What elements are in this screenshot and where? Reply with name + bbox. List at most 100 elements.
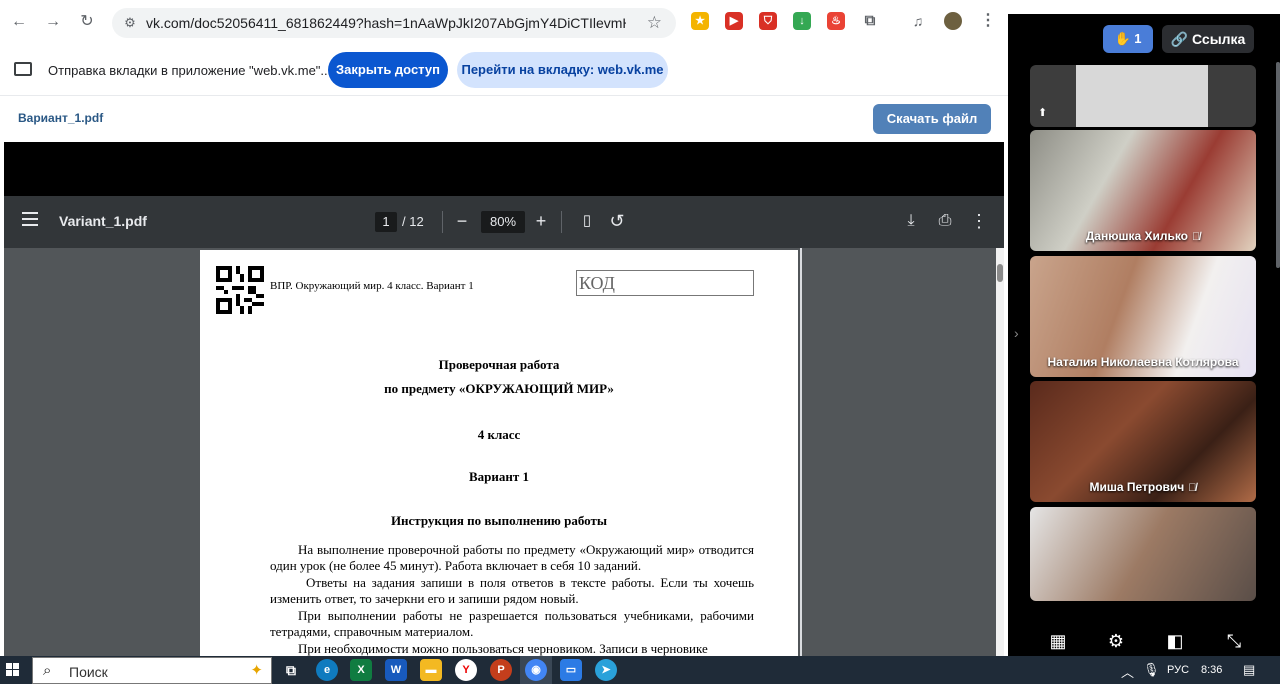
vk-document-header: Вариант_1.pdf Скачать файл <box>0 96 1008 142</box>
paragraph: На выполнение проверочной работы по пред… <box>270 542 754 573</box>
participant-name: Миша Петрович <box>1089 480 1185 494</box>
settings-gear-icon[interactable]: ⚙ <box>1105 630 1127 652</box>
participant-tile[interactable]: Данюшка Хилько 🎙̸ <box>1030 130 1256 251</box>
page-heading: Проверочная работа <box>438 357 560 372</box>
address-bar-row: ← → ↻ ⚙ vk.com/doc52056411_681862449?has… <box>0 0 1008 44</box>
page-number-input[interactable]: 1 <box>375 212 397 232</box>
raised-hands-button[interactable]: ✋ 1 <box>1103 25 1153 53</box>
extensions-puzzle-icon[interactable]: ⧉ <box>861 12 879 30</box>
address-bar[interactable]: ⚙ vk.com/doc52056411_681862449?hash=1nAa… <box>112 8 676 38</box>
stop-sharing-button[interactable]: Закрыть доступ <box>328 52 448 88</box>
sharing-message: Отправка вкладки в приложение "web.vk.me… <box>48 63 332 78</box>
link-icon: 🔗 <box>1170 31 1189 47</box>
shared-screen-preview <box>1076 65 1208 127</box>
windows-taskbar: ⌕ Поиск ✦ ⧉ e X W ▬ Y P ◉ ▭ ➤ ︿ 🎙 РУС 8:… <box>0 656 1280 684</box>
pdf-canvas[interactable]: ВПР. Окружающий мир. 4 класс. Вариант 1 … <box>4 248 1004 656</box>
screen-share-tile[interactable]: ⬆ <box>1030 65 1256 127</box>
download-icon[interactable]: ⤓ <box>899 209 923 233</box>
site-settings-icon[interactable]: ⚙ <box>122 15 138 31</box>
page-subject: по предмету «ОКРУЖАЮЩИЙ МИР» <box>384 381 614 396</box>
chrome-icon[interactable]: ◉ <box>525 659 547 681</box>
yandex-browser-icon[interactable]: Y <box>455 659 477 681</box>
screen-share-icon <box>14 62 32 76</box>
media-control-icon[interactable]: ♫ <box>909 12 927 30</box>
link-label: Ссылка <box>1191 31 1246 47</box>
pdf-scrollbar[interactable] <box>996 248 1004 656</box>
download-extension-icon[interactable]: ↓ <box>793 12 811 30</box>
forward-button[interactable]: → <box>42 11 64 33</box>
fire-extension-icon[interactable]: ♨ <box>827 12 845 30</box>
shield-extension-icon[interactable]: ⛉ <box>759 12 777 30</box>
task-view-icon[interactable]: ⧉ <box>280 659 302 681</box>
taskbar-search[interactable]: ⌕ Поиск ✦ <box>32 657 272 684</box>
url-text[interactable]: vk.com/doc52056411_681862449?hash=1nAaWp… <box>146 15 626 31</box>
powerpoint-icon[interactable]: P <box>490 659 512 681</box>
extension-icon[interactable]: ★ <box>691 12 709 30</box>
extension-icon[interactable]: ▶ <box>725 12 743 30</box>
menu-icon[interactable] <box>22 212 38 226</box>
participant-name: Данюшка Хилько <box>1085 229 1189 243</box>
pdf-title: Variant_1.pdf <box>59 213 147 229</box>
zoom-out-button[interactable]: − <box>450 209 474 233</box>
chevron-right-icon[interactable]: › <box>1014 325 1019 341</box>
rotate-icon[interactable]: ↺ <box>605 209 629 233</box>
screen-share-toggle-icon[interactable]: ◧ <box>1164 630 1186 652</box>
profile-avatar[interactable] <box>944 12 962 30</box>
search-icon: ⌕ <box>43 662 52 679</box>
toolbar-divider <box>561 211 562 233</box>
back-button[interactable]: ← <box>8 11 30 33</box>
instructions-title: Инструкция по выполнению работы <box>390 513 608 528</box>
viewer-top-band <box>4 142 1004 196</box>
tray-overflow-icon[interactable]: ︿ <box>1121 662 1134 681</box>
grid-view-icon[interactable]: ▦ <box>1047 630 1069 652</box>
pdf-toolbar: Variant_1.pdf 1 / 12 − 80% + ▯ ↺ ⤓ ⎙ ⋮ <box>4 196 1004 248</box>
file-explorer-icon[interactable]: ▬ <box>420 659 442 681</box>
microphone-icon[interactable]: 🎙 <box>1143 662 1160 678</box>
zoom-in-button[interactable]: + <box>529 209 553 233</box>
bookmark-star-icon[interactable]: ☆ <box>647 13 662 33</box>
more-actions-icon[interactable]: ⋮ <box>967 209 991 233</box>
edge-icon[interactable]: e <box>316 659 338 681</box>
go-to-tab-button[interactable]: Перейти на вкладку: web.vk.me <box>457 52 668 88</box>
remote-desktop-icon[interactable]: ▭ <box>560 659 582 681</box>
raised-hands-count: 1 <box>1134 31 1142 46</box>
code-field: КОД <box>576 270 754 296</box>
clock[interactable]: 8:36 <box>1201 664 1222 676</box>
call-link-button[interactable]: 🔗 Ссылка <box>1162 25 1254 53</box>
expand-icon[interactable]: ⬆ <box>1038 106 1047 119</box>
excel-icon[interactable]: X <box>350 659 372 681</box>
participants-scrollbar[interactable] <box>1276 62 1280 268</box>
mic-off-icon: 🎙̸ <box>1192 231 1201 243</box>
search-placeholder: Поиск <box>69 664 108 680</box>
mic-off-icon: 🎙̸ <box>1188 482 1197 494</box>
copilot-sparkle-icon[interactable]: ✦ <box>250 661 263 679</box>
page-variant: Вариант 1 <box>468 469 530 484</box>
windows-start-button[interactable] <box>6 663 20 677</box>
call-window-top <box>1008 0 1280 14</box>
fit-page-icon[interactable]: ▯ <box>575 209 599 233</box>
document-file-name: Вариант_1.pdf <box>18 111 104 125</box>
reload-button[interactable]: ↻ <box>76 11 98 33</box>
page-edge <box>800 248 802 656</box>
collapse-icon[interactable]: ⤡ <box>1223 630 1245 652</box>
participant-tile[interactable]: Миша Петрович 🎙̸ <box>1030 381 1256 502</box>
input-language[interactable]: РУС <box>1167 664 1189 676</box>
participant-tile[interactable]: Наталия Николаевна Котлярова <box>1030 256 1256 377</box>
browser-window: ← → ↻ ⚙ vk.com/doc52056411_681862449?has… <box>0 0 1008 656</box>
paragraph: При выполнении работы не разрешается пол… <box>270 608 754 639</box>
notifications-icon[interactable]: ▤ <box>1243 662 1255 678</box>
paragraph: При необходимости можно пользоваться чер… <box>298 641 708 656</box>
zoom-level-input[interactable]: 80% <box>481 211 525 233</box>
print-icon[interactable]: ⎙ <box>933 209 957 233</box>
telegram-icon[interactable]: ➤ <box>595 659 617 681</box>
pdf-page: ВПР. Окружающий мир. 4 класс. Вариант 1 … <box>200 250 798 656</box>
page-header-text: ВПР. Окружающий мир. 4 класс. Вариант 1 <box>270 280 474 292</box>
paragraph: Ответы на задания запиши в поля ответов … <box>270 575 754 606</box>
scrollbar-thumb[interactable] <box>997 264 1003 282</box>
page-grade: 4 класс <box>477 427 521 442</box>
page-total: / 12 <box>402 214 424 229</box>
chrome-menu-icon[interactable]: ⋮ <box>979 12 997 30</box>
word-icon[interactable]: W <box>385 659 407 681</box>
download-file-button[interactable]: Скачать файл <box>873 104 991 134</box>
participant-tile[interactable] <box>1030 507 1256 601</box>
